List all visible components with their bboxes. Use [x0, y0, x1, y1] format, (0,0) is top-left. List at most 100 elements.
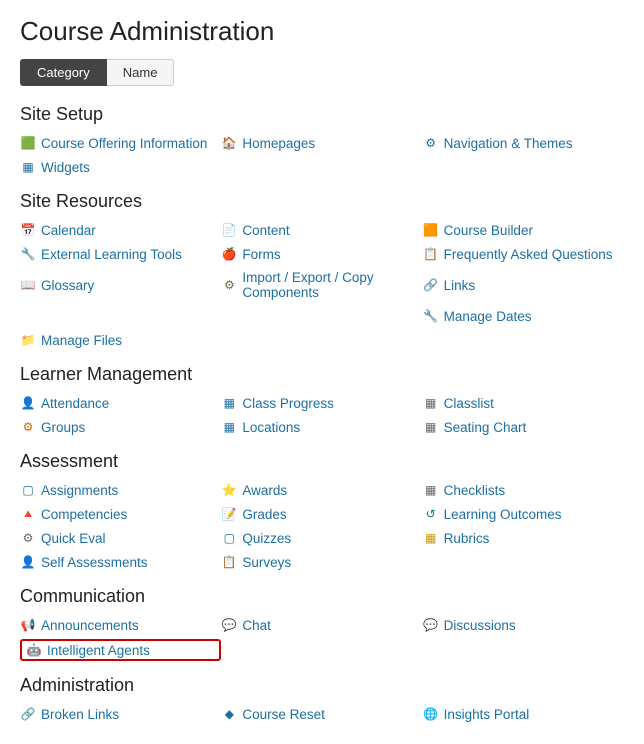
link-groups[interactable]: ⚙ Groups — [20, 417, 221, 437]
manage-files-icon: 📁 — [20, 332, 36, 348]
link-insights-portal[interactable]: 🌐 Insights Portal — [423, 704, 624, 724]
link-classlist[interactable]: ▦ Classlist — [423, 393, 624, 413]
surveys-icon: 📋 — [221, 554, 237, 570]
link-label: Chat — [242, 618, 271, 633]
link-label: Self Assessments — [41, 555, 148, 570]
link-faq[interactable]: 📋 Frequently Asked Questions — [423, 244, 624, 264]
link-label: Class Progress — [242, 396, 334, 411]
chat-icon: 💬 — [221, 617, 237, 633]
link-label: Learning Outcomes — [444, 507, 562, 522]
link-surveys[interactable]: 📋 Surveys — [221, 552, 422, 572]
link-assignments[interactable]: ▢ Assignments — [20, 480, 221, 500]
link-label: Awards — [242, 483, 287, 498]
quick-eval-icon: ⚙ — [20, 530, 36, 546]
link-learning-outcomes[interactable]: ↺ Learning Outcomes — [423, 504, 624, 524]
section-title-assessment: Assessment — [20, 451, 624, 472]
assessment-grid: ▢ Assignments ⭐ Awards ▦ Checklists 🔺 Co… — [20, 480, 624, 572]
link-import-export[interactable]: ⚙ Import / Export / Copy Components — [221, 268, 422, 302]
communication-grid: 📢 Announcements 💬 Chat 💬 Discussions 🤖 I… — [20, 615, 624, 661]
learning-outcomes-icon: ↺ — [423, 506, 439, 522]
link-quick-eval[interactable]: ⚙ Quick Eval — [20, 528, 221, 548]
broken-links-icon: 🔗 — [20, 706, 36, 722]
link-widgets[interactable]: ▦ Widgets — [20, 157, 221, 177]
link-label: Rubrics — [444, 531, 490, 546]
link-course-reset[interactable]: ◆ Course Reset — [221, 704, 422, 724]
link-label: Groups — [41, 420, 85, 435]
link-class-progress[interactable]: ▦ Class Progress — [221, 393, 422, 413]
link-label: Course Builder — [444, 223, 533, 238]
link-calendar[interactable]: 📅 Calendar — [20, 220, 221, 240]
link-seating-chart[interactable]: ▦ Seating Chart — [423, 417, 624, 437]
assignments-icon: ▢ — [20, 482, 36, 498]
link-announcements[interactable]: 📢 Announcements — [20, 615, 221, 635]
link-grades[interactable]: 📝 Grades — [221, 504, 422, 524]
link-content[interactable]: 📄 Content — [221, 220, 422, 240]
classlist-icon: ▦ — [423, 395, 439, 411]
link-label: Attendance — [41, 396, 109, 411]
course-reset-icon: ◆ — [221, 706, 237, 722]
groups-icon: ⚙ — [20, 419, 36, 435]
link-forms[interactable]: 🍎 Forms — [221, 244, 422, 264]
content-icon: 📄 — [221, 222, 237, 238]
link-rubrics[interactable]: ▦ Rubrics — [423, 528, 624, 548]
tab-category[interactable]: Category — [20, 59, 107, 86]
seating-chart-icon: ▦ — [423, 419, 439, 435]
glossary-icon: 📖 — [20, 277, 36, 293]
link-label: Import / Export / Copy Components — [242, 270, 422, 300]
intelligent-agents-icon: 🤖 — [26, 642, 42, 658]
link-label: Quick Eval — [41, 531, 106, 546]
quizzes-icon: ▢ — [221, 530, 237, 546]
forms-icon: 🍎 — [221, 246, 237, 262]
link-locations[interactable]: ▦ Locations — [221, 417, 422, 437]
link-discussions[interactable]: 💬 Discussions — [423, 615, 624, 635]
learner-management-grid: 👤 Attendance ▦ Class Progress ▦ Classlis… — [20, 393, 624, 437]
link-label: Discussions — [444, 618, 516, 633]
link-checklists[interactable]: ▦ Checklists — [423, 480, 624, 500]
link-homepages[interactable]: 🏠 Homepages — [221, 133, 422, 153]
link-intelligent-agents[interactable]: 🤖 Intelligent Agents — [20, 639, 221, 661]
section-title-site-resources: Site Resources — [20, 191, 624, 212]
link-competencies[interactable]: 🔺 Competencies — [20, 504, 221, 524]
link-links[interactable]: 🔗 Links — [423, 268, 624, 302]
link-label: Locations — [242, 420, 300, 435]
link-broken-links[interactable]: 🔗 Broken Links — [20, 704, 221, 724]
tab-name[interactable]: Name — [107, 59, 175, 86]
link-course-builder[interactable]: 🟧 Course Builder — [423, 220, 624, 240]
site-resources-grid: 📅 Calendar 📄 Content 🟧 Course Builder 🔧 … — [20, 220, 624, 350]
link-quizzes[interactable]: ▢ Quizzes — [221, 528, 422, 548]
link-label: Navigation & Themes — [444, 136, 573, 151]
link-glossary[interactable]: 📖 Glossary — [20, 268, 221, 302]
link-label: Homepages — [242, 136, 315, 151]
self-assessments-icon: 👤 — [20, 554, 36, 570]
section-site-setup: Site Setup 🟩 Course Offering Information… — [20, 104, 624, 177]
link-label: Calendar — [41, 223, 96, 238]
site-setup-grid: 🟩 Course Offering Information 🏠 Homepage… — [20, 133, 624, 177]
link-manage-files[interactable]: 📁 Manage Files — [20, 330, 221, 350]
link-label: Course Reset — [242, 707, 325, 722]
awards-icon: ⭐ — [221, 482, 237, 498]
link-label: Broken Links — [41, 707, 119, 722]
link-course-offering-information[interactable]: 🟩 Course Offering Information — [20, 133, 221, 153]
import-export-icon: ⚙ — [221, 277, 237, 293]
link-label: Grades — [242, 507, 286, 522]
link-navigation-themes[interactable]: ⚙ Navigation & Themes — [423, 133, 624, 153]
checklists-icon: ▦ — [423, 482, 439, 498]
link-self-assessments[interactable]: 👤 Self Assessments — [20, 552, 221, 572]
homepages-icon: 🏠 — [221, 135, 237, 151]
link-external-learning-tools[interactable]: 🔧 External Learning Tools — [20, 244, 221, 264]
link-awards[interactable]: ⭐ Awards — [221, 480, 422, 500]
insights-portal-icon: 🌐 — [423, 706, 439, 722]
section-title-administration: Administration — [20, 675, 624, 696]
link-chat[interactable]: 💬 Chat — [221, 615, 422, 635]
section-title-learner-management: Learner Management — [20, 364, 624, 385]
attendance-icon: 👤 — [20, 395, 36, 411]
course-builder-icon: 🟧 — [423, 222, 439, 238]
link-label: Announcements — [41, 618, 139, 633]
grades-icon: 📝 — [221, 506, 237, 522]
announcements-icon: 📢 — [20, 617, 36, 633]
link-label: Glossary — [41, 278, 94, 293]
links-icon: 🔗 — [423, 277, 439, 293]
link-attendance[interactable]: 👤 Attendance — [20, 393, 221, 413]
link-label: Checklists — [444, 483, 506, 498]
link-manage-dates[interactable]: 🔧 Manage Dates — [423, 306, 624, 326]
